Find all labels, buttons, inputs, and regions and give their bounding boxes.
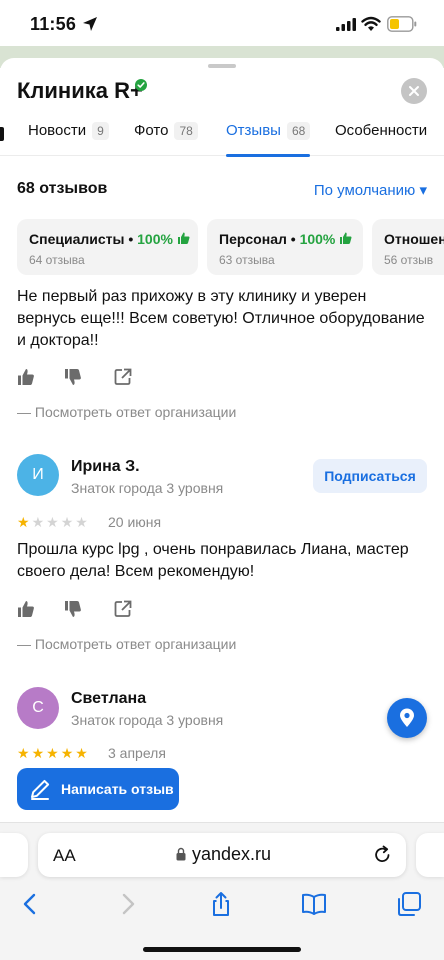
review-text: Прошла курс lpg , очень понравилась Лиан…	[17, 541, 409, 580]
write-review-button[interactable]: Написать отзыв	[17, 768, 179, 810]
location-arrow-icon	[83, 17, 97, 31]
browser-toolbar: AA yandex.ru	[0, 822, 444, 960]
address-bar[interactable]: AA yandex.ru	[38, 833, 406, 877]
review-author-name[interactable]: Ирина З.	[71, 458, 140, 476]
category-count: 63 отзыва	[219, 253, 275, 267]
thumbs-up-icon	[340, 232, 352, 244]
category-name: Персонал	[219, 231, 287, 247]
tabs-icon[interactable]	[396, 891, 422, 917]
dislike-icon[interactable]	[64, 600, 82, 618]
category-count: 56 отзыв	[384, 253, 434, 267]
status-bar: 11:56	[0, 0, 444, 50]
share-icon[interactable]	[114, 368, 132, 386]
category-card-specialists[interactable]: Специалисты • 100% 64 отзыва	[17, 219, 198, 275]
tab-news[interactable]: Новости 9	[28, 122, 109, 156]
category-card-staff[interactable]: Персонал • 100% 63 отзыва	[207, 219, 363, 275]
reader-settings-button[interactable]: AA	[53, 846, 76, 866]
previous-tab-preview[interactable]	[0, 833, 28, 877]
tabs-bar: Новости 9 Фото 78 Отзывы 68 Особенности	[0, 118, 444, 157]
status-time: 11:56	[30, 14, 77, 34]
review-text: Не первый раз прихожу в эту клинику и ув…	[17, 288, 425, 349]
bookmarks-icon[interactable]	[301, 891, 327, 917]
category-percent: 100%	[299, 231, 336, 247]
review-author-level: Знаток города 3 уровня	[71, 712, 224, 728]
review-actions	[17, 368, 157, 388]
thumbs-up-icon	[177, 232, 190, 244]
view-organization-reply-link[interactable]: — Посмотреть ответ организации	[17, 636, 236, 652]
category-name: Специалисты	[29, 231, 125, 247]
dislike-icon[interactable]	[64, 368, 82, 386]
category-percent: 100%	[137, 231, 173, 247]
subscribe-button[interactable]: Подписаться	[313, 459, 427, 493]
share-icon[interactable]	[208, 891, 234, 917]
star-icon: ★	[75, 514, 88, 530]
star-icon: ★	[75, 745, 88, 761]
close-icon	[409, 86, 419, 96]
tab-previous-partial[interactable]	[0, 127, 4, 141]
view-organization-reply-link[interactable]: — Посмотреть ответ организации	[17, 404, 236, 420]
tab-reviews-count: 68	[286, 122, 311, 140]
location-button[interactable]	[387, 698, 427, 738]
browser-nav-toolbar	[0, 887, 444, 923]
organization-sheet: Клиника R+ Новости 9 Фото 78 Отзывы 68 О…	[0, 58, 444, 828]
review-actions	[17, 600, 157, 620]
tab-features-label: Особенности	[335, 122, 428, 139]
cellular-signal-icon	[336, 18, 356, 31]
reload-icon[interactable]	[373, 845, 392, 864]
sheet-grabber[interactable]	[208, 64, 236, 68]
rating-stars: ★ ★ ★ ★ ★	[17, 746, 88, 760]
next-tab-preview[interactable]	[416, 833, 444, 877]
rating-stars: ★ ★ ★ ★ ★	[17, 515, 88, 529]
tab-news-label: Новости	[28, 122, 87, 139]
like-icon[interactable]	[17, 368, 35, 386]
avatar[interactable]: И	[17, 454, 59, 496]
star-icon: ★	[31, 745, 45, 761]
tab-photos[interactable]: Фото 78	[134, 122, 198, 156]
write-review-label: Написать отзыв	[61, 781, 174, 797]
verified-badge-icon	[135, 79, 147, 91]
tab-photos-count: 78	[174, 122, 198, 140]
pencil-icon	[31, 779, 50, 800]
share-icon[interactable]	[114, 600, 132, 618]
back-icon[interactable]	[18, 891, 44, 917]
tab-news-count: 9	[92, 122, 109, 140]
star-icon: ★	[46, 514, 59, 530]
review-date: 3 апреля	[108, 745, 166, 761]
wifi-icon	[361, 16, 381, 31]
category-card-attitude[interactable]: Отношен 56 отзыв	[372, 219, 444, 275]
tab-photos-label: Фото	[134, 122, 169, 139]
tab-reviews[interactable]: Отзывы 68	[226, 122, 311, 157]
battery-icon	[387, 16, 417, 32]
close-button[interactable]	[401, 78, 427, 104]
lock-icon	[176, 847, 186, 861]
tab-features[interactable]: Особенности	[335, 122, 427, 156]
review-author-level: Знаток города 3 уровня	[71, 480, 224, 496]
tab-reviews-label: Отзывы	[226, 122, 281, 139]
star-icon: ★	[46, 745, 59, 761]
location-pin-icon	[400, 708, 414, 727]
star-icon: ★	[60, 514, 74, 530]
avatar[interactable]: С	[17, 687, 59, 729]
review-date: 20 июня	[108, 514, 162, 530]
home-indicator[interactable]	[143, 947, 301, 952]
review-author-name[interactable]: Светлана	[71, 690, 146, 708]
url-text[interactable]: yandex.ru	[192, 844, 271, 865]
star-icon: ★	[17, 514, 30, 530]
category-name: Отношен	[384, 231, 444, 247]
reviews-count: 68 отзывов	[17, 180, 108, 197]
like-icon[interactable]	[17, 600, 35, 618]
category-count: 64 отзыва	[29, 253, 85, 267]
star-icon: ★	[17, 745, 30, 761]
forward-icon[interactable]	[114, 891, 140, 917]
star-icon: ★	[31, 514, 45, 530]
star-icon: ★	[60, 745, 74, 761]
sort-dropdown[interactable]: По умолчанию ▾	[314, 181, 427, 199]
reviews-summary-row: 68 отзывов По умолчанию ▾	[17, 180, 427, 202]
page-title: Клиника R+	[17, 78, 143, 103]
